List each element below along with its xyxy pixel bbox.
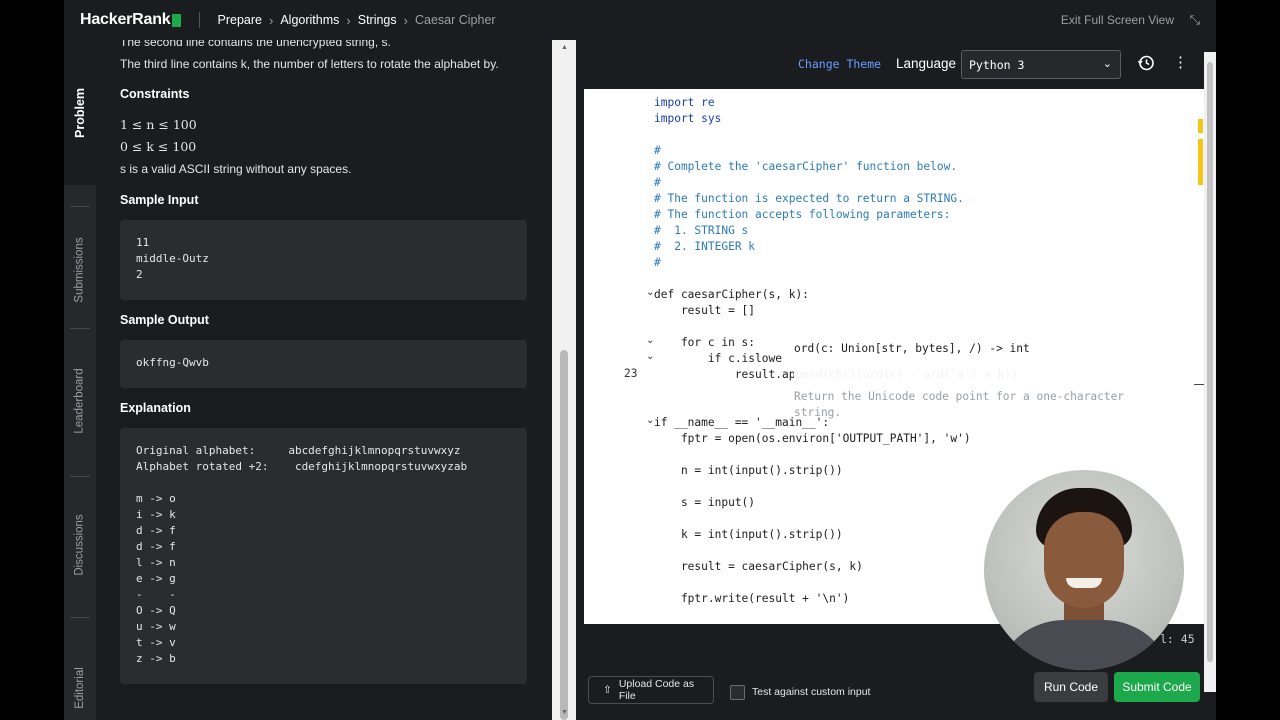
webcam-overlay <box>984 470 1184 670</box>
tab-label: Discussions <box>74 514 87 576</box>
submit-code-button[interactable]: Submit Code <box>1114 672 1200 702</box>
code-line: fptr = open(os.environ['OUTPUT_PATH'], '… <box>654 432 971 445</box>
minimap-highlight <box>1198 119 1203 133</box>
tooltip-signature: ord(c: Union[str, bytes], /) -> int <box>794 342 1030 355</box>
constraint: 1 ≤ n ≤ 100 <box>120 117 197 132</box>
chevron-right-icon: › <box>346 12 351 28</box>
tab-editorial[interactable]: Editorial <box>64 640 96 720</box>
custom-input-label[interactable]: Test against custom input <box>752 686 870 698</box>
explanation-block: Original alphabet: abcdefghijklmnopqrstu… <box>120 428 527 684</box>
breadcrumb-algorithms[interactable]: Algorithms <box>280 13 339 27</box>
logo-mark-icon <box>171 13 181 27</box>
cursor-position: l: 45 <box>1160 632 1195 646</box>
upload-icon: ⇧ <box>603 684 612 696</box>
problem-statement-panel: The second line contains the unencrypted… <box>96 40 552 720</box>
explanation-heading: Explanation <box>120 401 191 415</box>
side-tab-bar: Problem Submissions Leaderboard Discussi… <box>64 40 96 720</box>
chevron-down-icon: ⌄ <box>1102 58 1112 70</box>
nav-divider <box>198 12 200 28</box>
code-comment: # <box>654 176 661 189</box>
more-options-icon[interactable]: ⋮ <box>1173 54 1188 72</box>
code-comment: # The function accepts following paramet… <box>654 208 951 221</box>
custom-input-checkbox[interactable] <box>730 685 745 700</box>
code-line: for c in s: <box>654 336 756 349</box>
tooltip-doc: Return the Unicode code point for a one-… <box>794 390 1125 419</box>
brand-name: HackerRank <box>80 11 171 28</box>
presenter-shirt <box>994 620 1174 670</box>
language-label: Language <box>896 56 957 71</box>
tab-leaderboard[interactable]: Leaderboard <box>64 338 96 463</box>
tab-submissions[interactable]: Submissions <box>64 210 96 330</box>
code-line: s = input() <box>654 496 756 509</box>
code-line: import sys <box>654 112 722 125</box>
sample-output-block: okffng-Qwvb <box>120 340 527 388</box>
tab-label: Problem <box>73 87 88 138</box>
cursor-marker <box>1194 384 1204 385</box>
exit-full-screen-link[interactable]: Exit Full Screen View <box>1061 13 1174 27</box>
scrollbar-thumb[interactable] <box>560 350 568 720</box>
scrollbar-thumb[interactable] <box>1207 62 1213 662</box>
sample-input-block: 11 middle-Outz 2 <box>120 220 527 300</box>
presenter-face <box>1044 512 1124 608</box>
constraints-heading: Constraints <box>120 87 190 101</box>
run-code-button[interactable]: Run Code <box>1034 672 1108 702</box>
top-navigation-bar: HackerRank Prepare › Algorithms › String… <box>64 0 1216 40</box>
breadcrumb-strings[interactable]: Strings <box>358 13 397 27</box>
history-icon[interactable] <box>1137 54 1155 72</box>
sample-input-heading: Sample Input <box>120 193 199 207</box>
tab-label: Leaderboard <box>74 367 87 434</box>
breadcrumb-caesar-cipher: Caesar Cipher <box>414 13 496 27</box>
code-line: def caesarCipher(s, k): <box>654 288 809 301</box>
code-comment: # Complete the 'caesarCipher' function b… <box>654 160 958 173</box>
code-comment: # 2. INTEGER k <box>654 240 756 253</box>
problem-scrollbar[interactable]: ▲ ▼ <box>552 40 576 720</box>
input-format-line: The third line contains k, the number of… <box>120 57 499 71</box>
change-theme-link[interactable]: Change Theme <box>798 57 881 71</box>
code-comment: # The function is expected to return a S… <box>654 192 964 205</box>
sample-output-heading: Sample Output <box>120 313 209 327</box>
code-line: result = caesarCipher(s, k) <box>654 560 863 573</box>
code-line: if __name__ == '__main__': <box>654 416 830 429</box>
hackerrank-logo[interactable]: HackerRank <box>80 11 181 29</box>
code-line: k = int(input().strip()) <box>654 528 843 541</box>
upload-code-button[interactable]: ⇧ Upload Code as File <box>588 676 714 704</box>
code-line: fptr.write(result + '\n') <box>654 592 850 605</box>
tab-divider <box>70 328 90 329</box>
collapse-icon[interactable]: ⤡ <box>1190 12 1200 28</box>
language-select[interactable]: Python 3 ⌄ <box>961 50 1121 79</box>
editor-scrollbar[interactable] <box>1204 52 1216 692</box>
code-line: import re <box>654 96 715 109</box>
tab-divider <box>70 617 90 618</box>
language-value: Python 3 <box>969 58 1025 72</box>
code-line: n = int(input().strip()) <box>654 464 843 477</box>
tab-problem[interactable]: Problem <box>64 40 96 185</box>
tab-discussions[interactable]: Discussions <box>64 485 96 605</box>
tab-divider <box>70 476 90 477</box>
breadcrumb-prepare[interactable]: Prepare <box>218 13 262 27</box>
presenter-smile <box>1066 578 1102 588</box>
constraint: 0 ≤ k ≤ 100 <box>120 139 197 154</box>
chevron-right-icon: › <box>403 12 408 28</box>
code-line: result = [] <box>654 304 756 317</box>
minimap-highlight <box>1198 139 1203 185</box>
chevron-right-icon: › <box>269 12 274 28</box>
tab-label: Editorial <box>74 666 86 709</box>
line-number: 23 <box>624 367 638 380</box>
scroll-down-icon[interactable]: ▼ <box>561 709 568 716</box>
upload-label: Upload Code as File <box>618 678 695 702</box>
code-comment: # 1. STRING s <box>654 224 749 237</box>
tab-label: Submissions <box>74 237 87 303</box>
code-line: if c.islowe <box>654 352 782 365</box>
input-format-line: The second line contains the unencrypted… <box>120 40 391 49</box>
code-comment: # <box>654 256 661 269</box>
scroll-up-icon[interactable]: ▲ <box>561 44 568 51</box>
code-comment: # <box>654 144 661 157</box>
constraint: s is a valid ASCII string without any sp… <box>120 162 352 176</box>
tab-divider <box>70 206 90 207</box>
